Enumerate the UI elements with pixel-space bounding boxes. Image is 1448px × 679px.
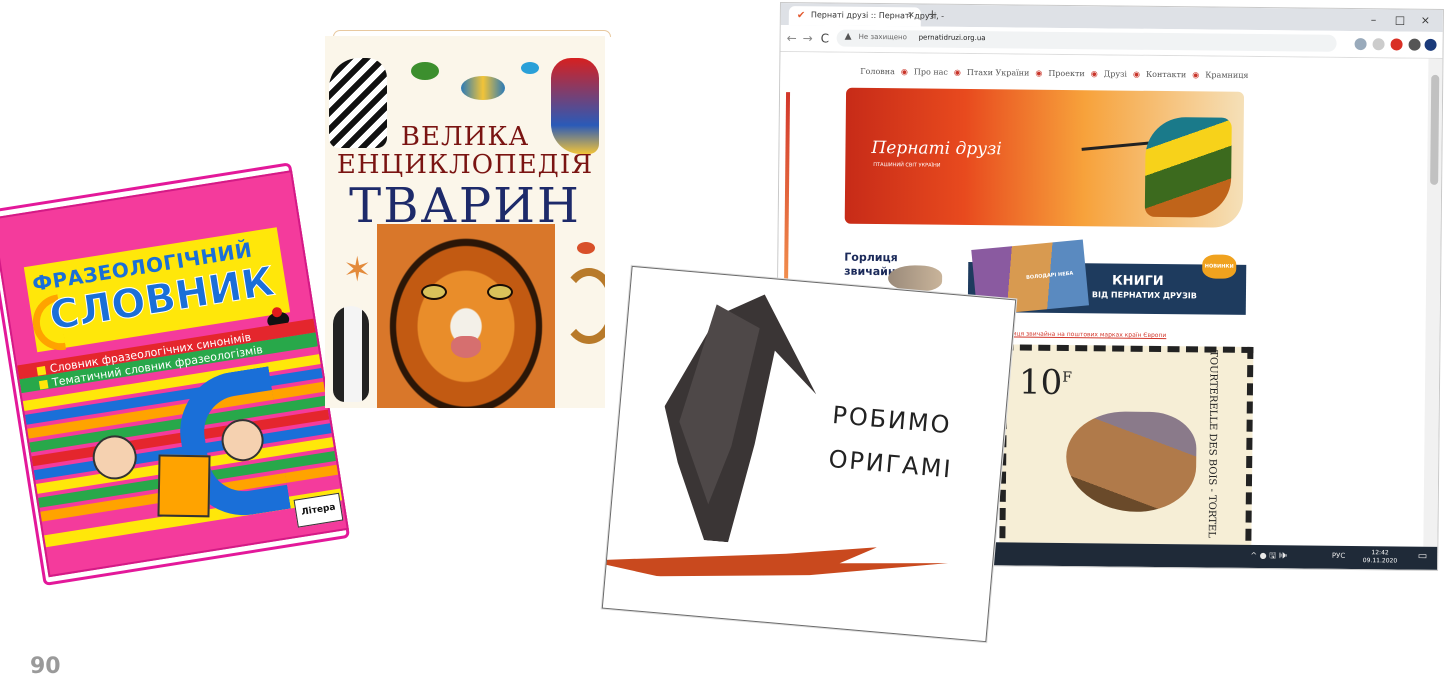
- book-character-illustration: [157, 454, 211, 518]
- starfish-icon: ✶: [343, 250, 372, 290]
- butterfly-icon: [521, 62, 539, 74]
- frog-illustration: [411, 62, 439, 80]
- dove-label-line1: Горлиця: [844, 250, 898, 265]
- close-window-button[interactable]: ×: [1421, 14, 1430, 27]
- puzzle-icon[interactable]: [1408, 38, 1421, 51]
- chameleon-illustration: [561, 268, 605, 344]
- animal-encyclopedia-cover: ВЕЛИКА ЕНЦИКЛОПЕДІЯ ТВАРИН ✶: [325, 30, 611, 408]
- phraseology-dictionary-cover: ФРАЗЕОЛОГІЧНИЙ СЛОВНИК Словник фразеолог…: [0, 162, 351, 587]
- tiger-photo: [377, 224, 555, 408]
- books-subtitle: ВІД ПЕРНАТИХ ДРУЗІВ: [1091, 290, 1197, 301]
- caption-link[interactable]: Горлиця звичайна на поштових марках краї…: [998, 330, 1167, 339]
- tab-title: Пернаті друзі :: Пернаті друзі, -: [810, 10, 945, 21]
- stamp-value-currency: F: [1062, 369, 1073, 386]
- stamp-vertical-text: TOURTERELLE DES BOIS - TORTEL: [1206, 350, 1220, 538]
- menu-item-shop[interactable]: Крамниця: [1205, 70, 1248, 79]
- bookmark-star-icon[interactable]: [1372, 38, 1385, 51]
- separator-icon: ◉: [1090, 69, 1098, 79]
- browser-tab[interactable]: ✔ Пернаті друзі :: Пернаті друзі, - ×: [788, 6, 944, 27]
- dove-thumbnail[interactable]: [887, 265, 943, 292]
- language-indicator[interactable]: РУС: [1332, 552, 1345, 560]
- translate-icon[interactable]: [1354, 38, 1367, 51]
- scrollbar-thumb[interactable]: [1430, 74, 1440, 185]
- menu-item-projects[interactable]: Проекти: [1048, 69, 1084, 78]
- stamp-value-number: 10: [1018, 362, 1063, 403]
- url-text: pernatidruzi.org.ua: [918, 33, 986, 43]
- separator-icon: ◉: [953, 67, 961, 77]
- fish-illustration: [461, 76, 505, 100]
- stamp-value: 10F: [1019, 363, 1072, 404]
- separator-icon: ◉: [900, 67, 908, 77]
- warning-icon: ▲: [844, 31, 852, 42]
- tiger-nose: [451, 336, 481, 358]
- new-badge: НОВИНКИ: [1202, 254, 1237, 279]
- extension-icon[interactable]: [1390, 38, 1403, 51]
- bird-favicon-icon: ✔: [796, 10, 806, 22]
- taskbar-clock[interactable]: 12:42 09.11.2020: [1363, 549, 1398, 565]
- tray-icons[interactable]: ^ ● 🖫 🕪: [1250, 550, 1287, 564]
- penguin-illustration: [333, 306, 369, 402]
- encyclopedia-title-line1: ВЕЛИКА: [400, 122, 530, 152]
- origami-branch-illustration: [602, 522, 949, 601]
- security-status: Не захищено: [858, 32, 907, 42]
- minimize-button[interactable]: –: [1371, 13, 1377, 26]
- separator-icon: ◉: [1192, 70, 1200, 80]
- menu-item-birds[interactable]: Птахи України: [967, 68, 1030, 78]
- back-button[interactable]: ←: [787, 31, 797, 45]
- butterfly-icon: [577, 242, 595, 254]
- tiger-eye: [487, 284, 513, 300]
- menu-item-about[interactable]: Про нас: [914, 67, 948, 76]
- maximize-button[interactable]: □: [1395, 13, 1406, 26]
- books-title: КНИГИ: [1112, 273, 1164, 290]
- profile-avatar[interactable]: [1424, 38, 1437, 51]
- reload-button[interactable]: C: [821, 31, 830, 45]
- postage-stamp-image: 10F TOURTERELLE DES BOIS - TORTEL: [999, 344, 1254, 547]
- origami-card: РОБИМО ОРИГАМІ: [601, 265, 1017, 643]
- forward-button[interactable]: →: [803, 31, 813, 45]
- address-field[interactable]: ▲ Не захищено pernatidruzi.org.ua: [836, 29, 1337, 52]
- turtle-dove-illustration: [1065, 411, 1197, 513]
- book-cover: ВЕЛИКА ЕНЦИКЛОПЕДІЯ ТВАРИН ✶: [325, 36, 605, 408]
- menu-item-contacts[interactable]: Контакти: [1146, 70, 1186, 79]
- separator-icon: ◉: [1035, 68, 1043, 78]
- site-menu: Головна ◉ Про нас ◉ Птахи України ◉ Проекти…: [860, 67, 1248, 80]
- site-logo-subtitle: ПТАШИНИЙ СВІТ УКРАЇНИ: [873, 161, 941, 169]
- book-cover-title: ВОЛОДАРІ НЕБА: [1025, 270, 1074, 281]
- tiger-eye: [421, 284, 447, 300]
- bird-beak-illustration: [1081, 141, 1154, 151]
- new-tab-button[interactable]: +: [927, 8, 938, 23]
- taskbar-date: 09.11.2020: [1362, 557, 1398, 565]
- publisher-logo: Літера: [293, 492, 344, 528]
- menu-item-home[interactable]: Головна: [860, 67, 895, 76]
- separator-icon: ◉: [1132, 69, 1141, 79]
- site-logo[interactable]: Пернаті друзі: [871, 138, 1001, 159]
- menu-item-friends[interactable]: Друзі: [1104, 69, 1127, 78]
- origami-title-line1: РОБИМО: [831, 400, 953, 440]
- bee-eater-bird-photo: [1144, 116, 1232, 218]
- book-cover: ФРАЗЕОЛОГІЧНИЙ СЛОВНИК Словник фразеолог…: [0, 170, 349, 578]
- origami-title-line2: ОРИГАМІ: [827, 444, 954, 484]
- tab-close-icon[interactable]: ×: [907, 10, 915, 20]
- encyclopedia-title-line2: ЕНЦИКЛОПЕДІЯ: [336, 150, 594, 180]
- notifications-icon[interactable]: ▭: [1418, 551, 1428, 562]
- site-banner: Пернаті друзі ПТАШИНИЙ СВІТ УКРАЇНИ: [844, 87, 1245, 228]
- page-number: 90: [30, 654, 61, 679]
